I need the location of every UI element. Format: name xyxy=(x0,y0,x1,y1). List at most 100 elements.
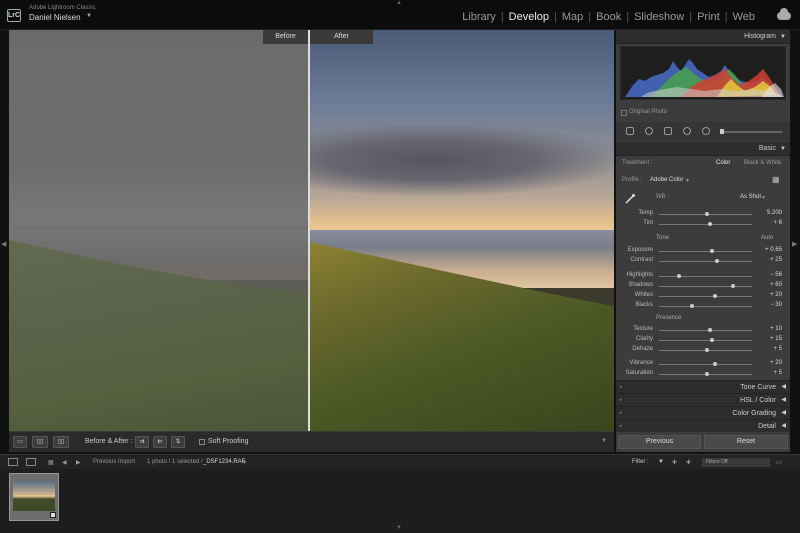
module-develop[interactable]: Develop xyxy=(504,11,554,23)
slider-knob-contrast[interactable] xyxy=(714,259,719,263)
back-arrow-icon[interactable]: ◀ xyxy=(62,459,67,466)
slider-knob-temp[interactable] xyxy=(705,212,710,216)
identity-plate[interactable]: Daniel Nielsen xyxy=(29,13,81,22)
toolbar-menu-icon[interactable]: ▼ xyxy=(601,438,607,444)
slider-value-contrast[interactable]: + 25 xyxy=(758,257,782,263)
slider-track-highlights[interactable] xyxy=(659,276,752,277)
slider-value-saturation[interactable]: + 5 xyxy=(758,370,782,376)
slider-value-dehaze[interactable]: + 5 xyxy=(758,346,782,352)
slider-track-tint[interactable] xyxy=(659,224,752,225)
wb-dropdown[interactable]: As Shot xyxy=(740,194,761,200)
second-window-icon[interactable] xyxy=(26,458,36,466)
slider-value-tint[interactable]: + 6 xyxy=(758,220,782,226)
grid-view-icon[interactable]: ▦ xyxy=(48,459,54,466)
detail-header[interactable]: ◂ Detail ◀ xyxy=(616,419,790,432)
hsl-header[interactable]: ◂ HSL / Color ◀ xyxy=(616,393,790,406)
slider-knob-blacks[interactable] xyxy=(689,304,694,308)
before-after-view-icon[interactable]: ▯▯ xyxy=(32,436,48,448)
slider-knob-tint[interactable] xyxy=(708,222,713,226)
slider-value-shadows[interactable]: + 60 xyxy=(758,282,782,288)
slider-track-whites[interactable] xyxy=(659,296,752,297)
soft-proofing-checkbox[interactable] xyxy=(199,439,205,445)
module-library[interactable]: Library xyxy=(457,11,501,23)
module-slideshow[interactable]: Slideshow xyxy=(629,11,689,23)
collapse-triangle-icon[interactable]: ▼ xyxy=(780,142,786,156)
collapse-triangle-icon[interactable]: ▼ xyxy=(780,30,786,44)
filmstrip-options-icon[interactable]: ▭ xyxy=(776,459,782,466)
copy-before-to-after-icon[interactable]: ⇉ xyxy=(135,436,149,448)
color-grading-header[interactable]: ◂ Color Grading ◀ xyxy=(616,406,790,419)
expand-triangle-icon[interactable]: ◀ xyxy=(781,420,786,433)
redeye-icon[interactable] xyxy=(664,127,672,135)
slider-track-exposure[interactable] xyxy=(659,251,752,252)
chevron-down-icon[interactable]: ▾ xyxy=(243,459,246,466)
cloud-icon[interactable] xyxy=(777,8,791,20)
right-panel-toggle-icon[interactable]: ▶ xyxy=(792,240,797,248)
panel-toggle-top-icon[interactable]: ▲ xyxy=(396,0,402,6)
basic-header[interactable]: Basic ▼ xyxy=(616,142,790,156)
filename-label[interactable]: _DSF1234.RAF xyxy=(203,459,245,465)
auto-tone-button[interactable]: Auto xyxy=(761,235,773,241)
module-map[interactable]: Map xyxy=(557,11,588,23)
slider-knob-highlights[interactable] xyxy=(677,274,682,278)
loupe-view-icon[interactable]: ▭ xyxy=(13,436,27,448)
slider-track-texture[interactable] xyxy=(659,330,752,331)
masking-icon[interactable] xyxy=(683,127,691,135)
slider-track-contrast[interactable] xyxy=(659,261,752,262)
healing-icon[interactable] xyxy=(645,127,653,135)
main-window-icon[interactable] xyxy=(8,458,18,466)
slider-track-blacks[interactable] xyxy=(659,306,752,307)
slider-value-blacks[interactable]: − 30 xyxy=(758,302,782,308)
treatment-bw-button[interactable]: Black & White xyxy=(744,160,781,166)
slider-value-temp[interactable]: 5.200 xyxy=(758,210,782,216)
module-book[interactable]: Book xyxy=(591,11,626,23)
slider-value-vibrance[interactable]: + 20 xyxy=(758,360,782,366)
left-panel-toggle-icon[interactable]: ◀ xyxy=(1,240,6,248)
split-divider[interactable] xyxy=(308,30,310,431)
slider-knob-shadows[interactable] xyxy=(731,284,736,288)
slider-knob-dehaze[interactable] xyxy=(705,348,710,352)
tool-size-knob[interactable] xyxy=(720,129,724,134)
slider-value-whites[interactable]: + 20 xyxy=(758,292,782,298)
profile-browser-grid-icon[interactable]: ▦ xyxy=(772,175,780,184)
slider-value-exposure[interactable]: + 0,65 xyxy=(758,247,782,253)
copy-after-to-before-icon[interactable]: ⇇ xyxy=(153,436,167,448)
histogram[interactable] xyxy=(620,46,786,100)
panel-switch-icon[interactable]: ◂ xyxy=(619,420,622,433)
slider-value-clarity[interactable]: + 15 xyxy=(758,336,782,342)
chevron-down-icon[interactable]: ▼ xyxy=(86,13,92,19)
histogram-header[interactable]: Histogram ▼ xyxy=(616,30,790,44)
chevron-down-icon[interactable]: ▾ xyxy=(762,194,765,201)
photo-viewer[interactable]: Before After xyxy=(9,30,614,431)
previous-button[interactable]: Previous xyxy=(618,435,701,449)
module-web[interactable]: Web xyxy=(728,11,760,23)
filter-dropdown[interactable]: Filters Off xyxy=(702,458,770,467)
slider-track-clarity[interactable] xyxy=(659,340,752,341)
slider-knob-clarity[interactable] xyxy=(710,338,714,342)
treatment-color-button[interactable]: Color xyxy=(716,160,730,166)
eyedropper-icon[interactable] xyxy=(624,193,636,205)
previous-import-source[interactable]: Previous Import xyxy=(93,459,135,465)
settings-icon[interactable] xyxy=(702,127,710,135)
swap-before-after-icon[interactable]: ⇅ xyxy=(171,436,185,448)
rating-filter-icon[interactable]: ✚ xyxy=(686,459,691,466)
slider-track-shadows[interactable] xyxy=(659,286,752,287)
chevron-down-icon[interactable]: ▾ xyxy=(686,177,689,184)
panel-toggle-bottom-icon[interactable]: ▼ xyxy=(396,525,402,531)
reset-button[interactable]: Reset xyxy=(704,435,788,449)
slider-knob-exposure[interactable] xyxy=(710,249,714,253)
slider-knob-whites[interactable] xyxy=(712,294,717,298)
slider-track-vibrance[interactable] xyxy=(659,364,752,365)
profile-dropdown[interactable]: Adobe Color xyxy=(650,177,683,183)
slider-value-highlights[interactable]: − 56 xyxy=(758,272,782,278)
module-print[interactable]: Print xyxy=(692,11,725,23)
slider-value-texture[interactable]: + 10 xyxy=(758,326,782,332)
before-after-split-icon[interactable]: ▯▯ xyxy=(53,436,69,448)
original-photo-checkbox[interactable] xyxy=(621,110,627,116)
flag-filter-icon[interactable]: ✚ xyxy=(672,459,677,466)
slider-knob-saturation[interactable] xyxy=(705,372,710,376)
slider-knob-texture[interactable] xyxy=(708,328,713,332)
tool-size-slider[interactable] xyxy=(722,131,782,133)
filmstrip-thumbnail[interactable] xyxy=(9,473,59,521)
slider-knob-vibrance[interactable] xyxy=(712,362,717,366)
